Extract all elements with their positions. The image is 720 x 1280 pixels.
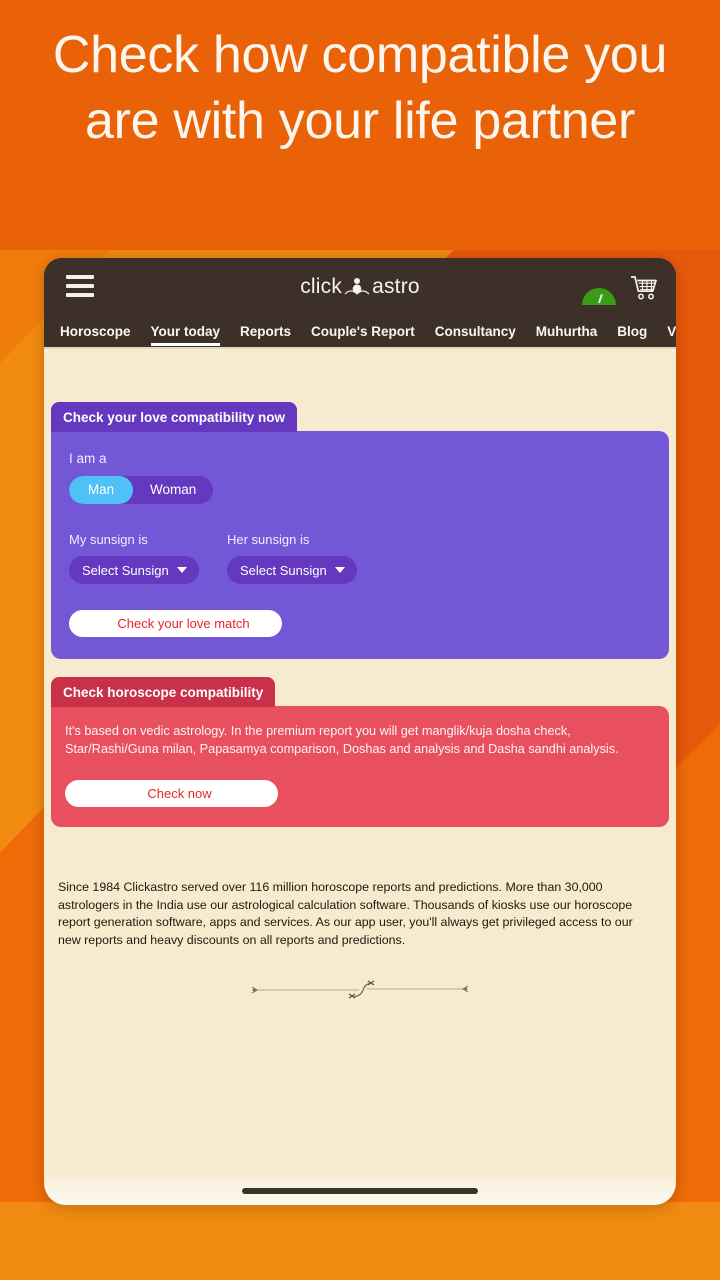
her-sunsign-group: Her sunsign is Select Sunsign <box>227 532 357 584</box>
her-sunsign-select[interactable]: Select Sunsign <box>227 556 357 584</box>
check-now-button[interactable]: Check now <box>65 780 278 807</box>
nav-tab-consultancy[interactable]: Consultancy <box>435 316 516 347</box>
my-sunsign-group: My sunsign is Select Sunsign <box>69 532 199 584</box>
navigation-tabs: Horoscope Your today Reports Couple's Re… <box>44 316 676 349</box>
sunsign-row: My sunsign is Select Sunsign Her sunsign… <box>69 532 651 584</box>
app-content-area: Check your love compatibility now I am a… <box>44 349 676 1205</box>
gender-option-woman[interactable]: Woman <box>133 476 213 504</box>
phone-mockup: click astro Horoscope Your today Reports… <box>44 258 676 1205</box>
nav-tab-reports[interactable]: Reports <box>240 316 291 347</box>
love-card-body: I am a Man Woman My sunsign is Select Su… <box>51 431 669 659</box>
gender-label: I am a <box>69 451 107 466</box>
nav-tab-blog[interactable]: Blog <box>617 316 647 347</box>
meditating-figure-icon <box>344 275 370 299</box>
horoscope-description: It's based on vedic astrology. In the pr… <box>65 724 619 756</box>
chevron-down-icon <box>177 567 187 573</box>
horoscope-card-title: Check horoscope compatibility <box>51 677 276 707</box>
her-sunsign-value: Select Sunsign <box>240 562 327 578</box>
horoscope-card-body: It's based on vedic astrology. In the pr… <box>51 706 669 827</box>
check-love-match-button[interactable]: Check your love match <box>69 610 282 637</box>
horoscope-compatibility-card: Check horoscope compatibility It's based… <box>51 677 669 827</box>
device-side-button <box>675 1188 676 1205</box>
nav-tab-couples-report[interactable]: Couple's Report <box>311 316 415 347</box>
nav-tab-horoscope[interactable]: Horoscope <box>60 316 131 347</box>
app-logo[interactable]: click astro <box>44 275 676 299</box>
love-card-title: Check your love compatibility now <box>51 402 298 432</box>
my-sunsign-value: Select Sunsign <box>82 562 169 578</box>
promo-headline: Check how compatible you are with your l… <box>52 26 668 150</box>
ornamental-divider-icon <box>249 975 471 1005</box>
gender-toggle: Man Woman <box>69 476 214 504</box>
my-sunsign-label: My sunsign is <box>69 532 148 547</box>
nav-tab-videos[interactable]: Videos <box>667 316 676 347</box>
her-sunsign-label: Her sunsign is <box>227 532 310 547</box>
logo-text-right: astro <box>372 275 420 298</box>
gender-option-man[interactable]: Man <box>69 476 133 504</box>
home-indicator <box>242 1188 478 1194</box>
nav-tab-muhurtha[interactable]: Muhurtha <box>536 316 598 347</box>
nav-tab-your-today[interactable]: Your today <box>150 316 220 347</box>
chevron-down-icon <box>335 567 345 573</box>
love-compatibility-card: Check your love compatibility now I am a… <box>51 402 669 659</box>
shopping-cart-icon[interactable] <box>630 274 660 302</box>
about-blurb: Since 1984 Clickastro served over 116 mi… <box>58 880 633 947</box>
my-sunsign-select[interactable]: Select Sunsign <box>69 556 199 584</box>
logo-text-left: click <box>300 275 343 298</box>
screenshot-root: Check how compatible you are with your l… <box>0 0 720 1280</box>
app-header-bar: click astro <box>44 258 676 316</box>
